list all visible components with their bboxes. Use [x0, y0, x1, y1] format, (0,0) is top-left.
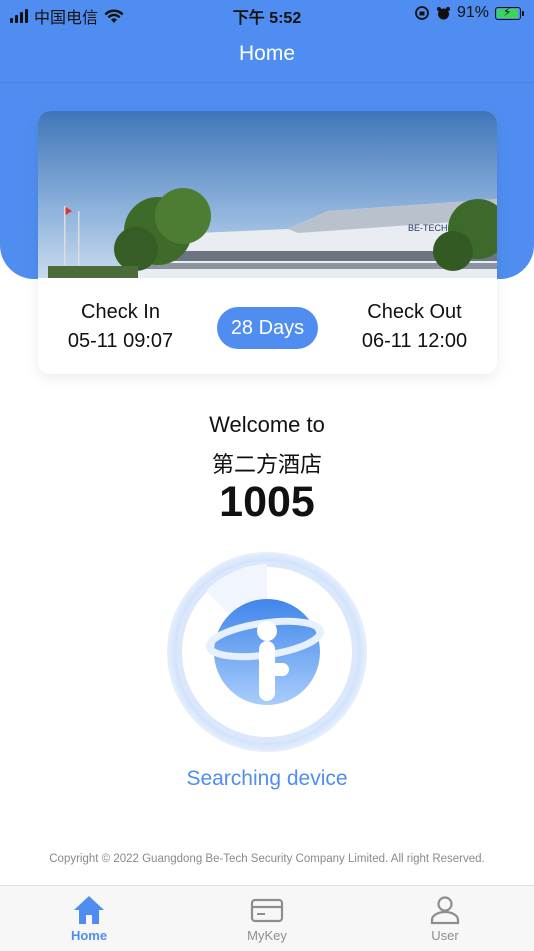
tab-user[interactable]: User: [385, 894, 505, 943]
home-icon: [74, 896, 104, 924]
page-title: Home: [238, 42, 296, 65]
tab-home[interactable]: Home: [29, 894, 149, 943]
check-out-value: 06-11 12:00: [361, 330, 468, 352]
check-in-label: Check In: [81, 301, 160, 323]
check-out-label: Check Out: [367, 301, 462, 323]
battery-icon: ⚡: [495, 5, 521, 20]
alarm-icon: [436, 6, 450, 19]
hotel-name: 第二方酒店: [211, 452, 322, 477]
card-icon: [250, 898, 284, 923]
rotation-lock-icon: [415, 6, 429, 20]
device-status: Searching device: [186, 767, 348, 790]
duration-badge: 28 Days: [217, 307, 318, 349]
tab-home-label: Home: [70, 928, 108, 943]
tab-mykey-label: MyKey: [247, 928, 287, 943]
tab-bar: Home MyKey User: [0, 885, 534, 951]
status-bar: 中国电信 下午 5:52 91% ⚡: [0, 0, 534, 28]
check-out-block: Check Out 06-11 12:00: [332, 301, 497, 353]
key-logo-icon[interactable]: [166, 551, 368, 753]
stay-card: BE-TECH Check In 05-11 09:07 28 Days Che…: [38, 111, 497, 374]
welcome-text: Welcome to: [209, 412, 325, 437]
check-in-block: Check In 05-11 09:07: [38, 301, 203, 353]
header-divider: [0, 82, 534, 83]
copyright-text: Copyright © 2022 Guangdong Be-Tech Secur…: [49, 853, 485, 865]
battery-percent: 91%: [456, 4, 489, 21]
svg-text:BE-TECH: BE-TECH: [408, 223, 448, 233]
room-number: 1005: [219, 478, 315, 526]
status-right: 91% ⚡: [414, 4, 524, 22]
tab-user-label: User: [431, 928, 459, 943]
tab-mykey[interactable]: MyKey: [207, 894, 327, 943]
check-in-value: 05-11 09:07: [67, 330, 174, 352]
user-icon: [430, 896, 460, 925]
hotel-photo: BE-TECH: [38, 111, 497, 278]
